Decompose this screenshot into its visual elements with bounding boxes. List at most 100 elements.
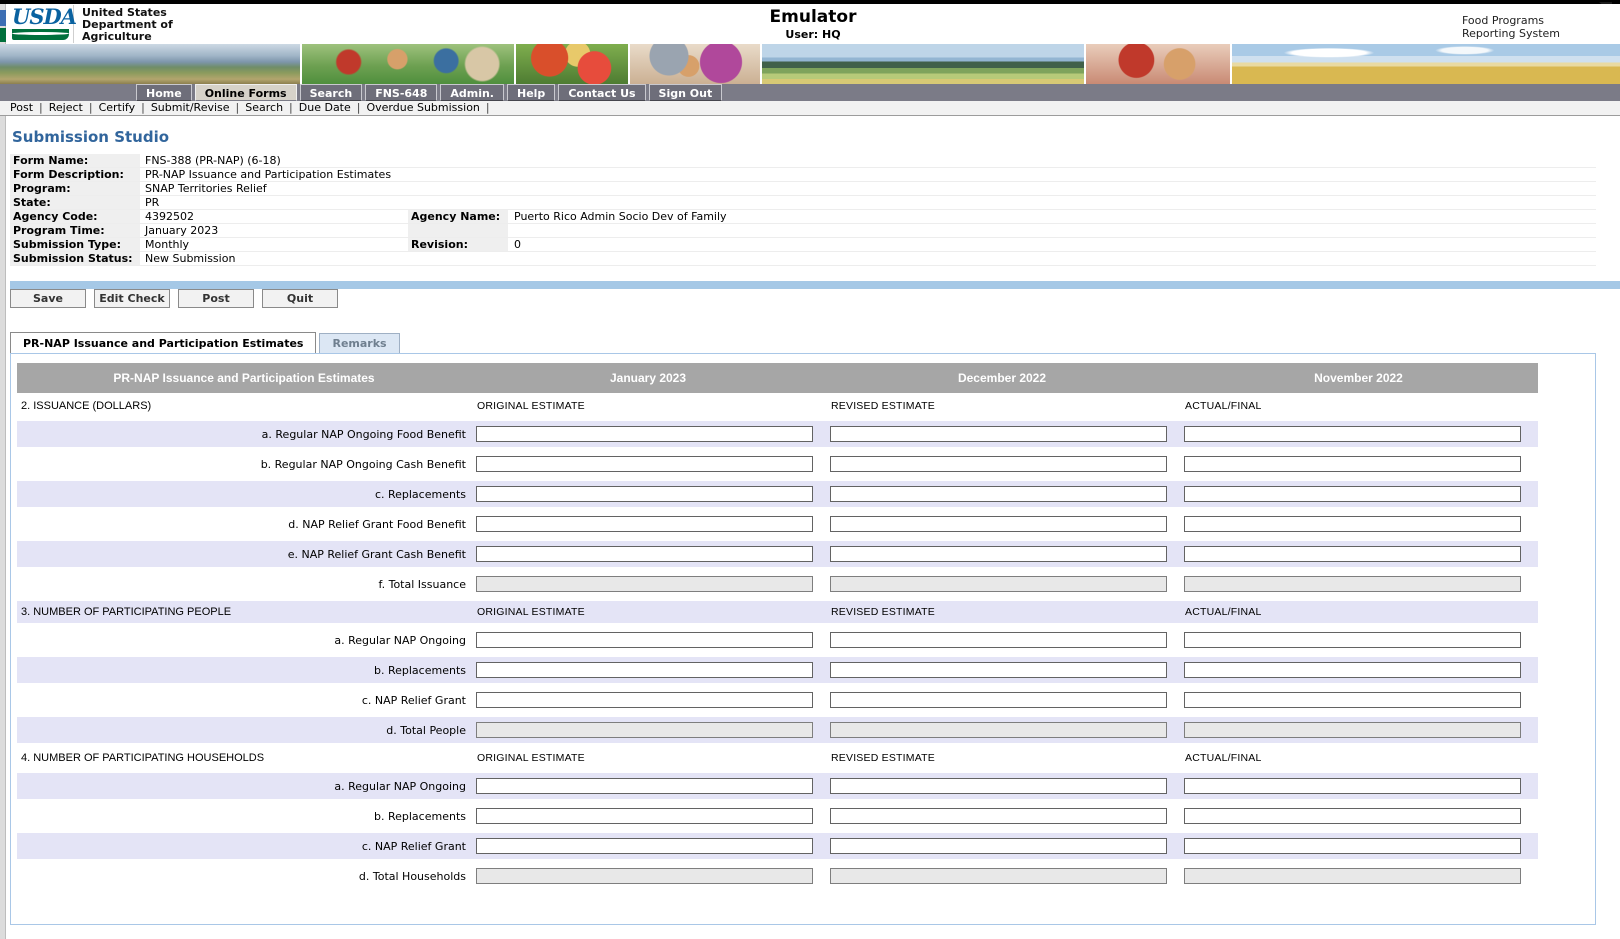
- input-cell: [471, 632, 825, 648]
- input-b-regular-nap-ongoing-cash-benefit-col3[interactable]: [1184, 456, 1521, 472]
- input-c-nap-relief-grant-col2[interactable]: [830, 692, 1167, 708]
- input-e-nap-relief-grant-cash-benefit-col2[interactable]: [830, 546, 1167, 562]
- input-c-nap-relief-grant-col2[interactable]: [830, 838, 1167, 854]
- info-row-program-time: Program Time: January 2023: [10, 224, 1596, 238]
- input-c-nap-relief-grant-col1[interactable]: [476, 692, 813, 708]
- input-c-nap-relief-grant-col3[interactable]: [1184, 838, 1521, 854]
- input-c-replacements-col2[interactable]: [830, 486, 1167, 502]
- input-cell: [825, 546, 1179, 562]
- nav-home[interactable]: Home: [136, 84, 192, 101]
- input-e-nap-relief-grant-cash-benefit-col3[interactable]: [1184, 546, 1521, 562]
- input-a-regular-nap-ongoing-col1[interactable]: [476, 778, 813, 794]
- input-d-total-people-col3: [1184, 722, 1521, 738]
- row-b-regular-nap-ongoing-cash-benefit: b. Regular NAP Ongoing Cash Benefit: [17, 449, 1538, 479]
- info-row-form-description: Form Description: PR-NAP Issuance and Par…: [10, 168, 1596, 182]
- input-a-regular-nap-ongoing-col2[interactable]: [830, 778, 1167, 794]
- nav-fns-648[interactable]: FNS-648: [365, 84, 438, 101]
- row-b-replacements: b. Replacements: [17, 801, 1538, 831]
- subnav-post[interactable]: Post: [10, 101, 33, 114]
- input-f-total-issuance-col3: [1184, 576, 1521, 592]
- input-e-nap-relief-grant-cash-benefit-col1[interactable]: [476, 546, 813, 562]
- grid-header-row: PR-NAP Issuance and Participation Estima…: [17, 363, 1538, 393]
- farm-valley-photo: [0, 44, 302, 84]
- tab-remarks[interactable]: Remarks: [319, 333, 400, 353]
- info-row-submission-type: Submission Type: Monthly Revision: 0: [10, 238, 1596, 252]
- subnav-overdue-submission[interactable]: Overdue Submission: [366, 101, 479, 114]
- column-label-actual-final: ACTUAL/FINAL: [1185, 752, 1262, 764]
- nav-search[interactable]: Search: [299, 84, 363, 101]
- info-row-program: Program: SNAP Territories Relief: [10, 182, 1596, 196]
- title-block: Emulator User: HQ: [6, 7, 1620, 41]
- input-d-nap-relief-grant-food-benefit-col2[interactable]: [830, 516, 1167, 532]
- input-b-regular-nap-ongoing-cash-benefit-col1[interactable]: [476, 456, 813, 472]
- row-a-regular-nap-ongoing-food-benefit: a. Regular NAP Ongoing Food Benefit: [17, 419, 1538, 449]
- subnav-due-date[interactable]: Due Date: [299, 101, 351, 114]
- input-cell: [471, 778, 825, 794]
- input-c-replacements-col3[interactable]: [1184, 486, 1521, 502]
- row-label: a. Regular NAP Ongoing Food Benefit: [261, 427, 466, 441]
- save-button[interactable]: Save: [10, 289, 86, 308]
- input-a-regular-nap-ongoing-col3[interactable]: [1184, 632, 1521, 648]
- post-button[interactable]: Post: [178, 289, 254, 308]
- mountain-field-photo: [762, 44, 1086, 84]
- input-a-regular-nap-ongoing-food-benefit-col2[interactable]: [830, 426, 1167, 442]
- input-c-nap-relief-grant-col3[interactable]: [1184, 692, 1521, 708]
- nav-contact-us[interactable]: Contact Us: [558, 84, 646, 101]
- input-b-replacements-col1[interactable]: [476, 662, 813, 678]
- input-cell: [825, 632, 1179, 648]
- toolbar: Save Edit Check Post Quit: [10, 289, 346, 309]
- tab-panel: PR-NAP Issuance and Participation Estima…: [10, 353, 1596, 925]
- row-label: d. NAP Relief Grant Food Benefit: [288, 517, 466, 531]
- row-label: c. NAP Relief Grant: [361, 839, 466, 853]
- nav-admin[interactable]: Admin.: [440, 84, 504, 101]
- input-cell: [825, 426, 1179, 442]
- subnav-separator: |: [235, 101, 240, 114]
- info-row-submission-status: Submission Status: New Submission: [10, 252, 1596, 266]
- info-value: New Submission: [145, 252, 236, 265]
- info-label: Submission Status:: [10, 252, 140, 265]
- input-b-replacements-col2[interactable]: [830, 808, 1167, 824]
- input-a-regular-nap-ongoing-food-benefit-col3[interactable]: [1184, 426, 1521, 442]
- page-title: Submission Studio: [12, 128, 170, 146]
- edit-check-button[interactable]: Edit Check: [94, 289, 170, 308]
- nav-online-forms[interactable]: Online Forms: [194, 84, 297, 101]
- subnav-certify[interactable]: Certify: [99, 101, 136, 114]
- row-d-nap-relief-grant-food-benefit: d. NAP Relief Grant Food Benefit: [17, 509, 1538, 539]
- input-a-regular-nap-ongoing-col2[interactable]: [830, 632, 1167, 648]
- input-b-replacements-col3[interactable]: [1184, 808, 1521, 824]
- column-label-original-estimate: ORIGINAL ESTIMATE: [477, 752, 585, 764]
- input-d-nap-relief-grant-food-benefit-col3[interactable]: [1184, 516, 1521, 532]
- input-b-regular-nap-ongoing-cash-benefit-col2[interactable]: [830, 456, 1167, 472]
- input-b-replacements-col1[interactable]: [476, 808, 813, 824]
- input-c-replacements-col1[interactable]: [476, 486, 813, 502]
- input-cell: [825, 456, 1179, 472]
- tab-bar: PR-NAP Issuance and Participation Estima…: [10, 331, 400, 353]
- input-b-replacements-col2[interactable]: [830, 662, 1167, 678]
- info-label: Program Time:: [10, 224, 140, 237]
- input-d-nap-relief-grant-food-benefit-col1[interactable]: [476, 516, 813, 532]
- input-cell: [1179, 722, 1538, 738]
- subnav-submit-revise[interactable]: Submit/Revise: [151, 101, 230, 114]
- subnav-search[interactable]: Search: [245, 101, 283, 114]
- input-a-regular-nap-ongoing-col1[interactable]: [476, 632, 813, 648]
- sub-nav: Post | Reject | Certify | Submit/Revise | Search…: [0, 101, 1620, 116]
- family-picnic-photo: [302, 44, 516, 84]
- family-child-photo: [1086, 44, 1232, 84]
- input-a-regular-nap-ongoing-food-benefit-col1[interactable]: [476, 426, 813, 442]
- nav-sign-out[interactable]: Sign Out: [648, 84, 723, 101]
- input-cell: [825, 516, 1179, 532]
- subnav-reject[interactable]: Reject: [49, 101, 83, 114]
- input-cell: [1179, 486, 1538, 502]
- input-a-regular-nap-ongoing-col3[interactable]: [1184, 778, 1521, 794]
- system-name-line1: Food Programs: [1462, 14, 1545, 27]
- tab-pr-nap-issuance-and-participation-estimates[interactable]: PR-NAP Issuance and Participation Estima…: [10, 332, 317, 353]
- input-c-nap-relief-grant-col1[interactable]: [476, 838, 813, 854]
- main-nav: Home Online Forms Search FNS-648 Admin. Help C…: [0, 84, 1620, 101]
- system-name: Food Programs Reporting System: [1462, 14, 1560, 40]
- system-name-line2: Reporting System: [1462, 27, 1560, 40]
- input-f-total-issuance-col1: [476, 576, 813, 592]
- quit-button[interactable]: Quit: [262, 289, 338, 308]
- info-label-2: Revision:: [408, 238, 508, 251]
- input-b-replacements-col3[interactable]: [1184, 662, 1521, 678]
- nav-help[interactable]: Help: [507, 84, 556, 101]
